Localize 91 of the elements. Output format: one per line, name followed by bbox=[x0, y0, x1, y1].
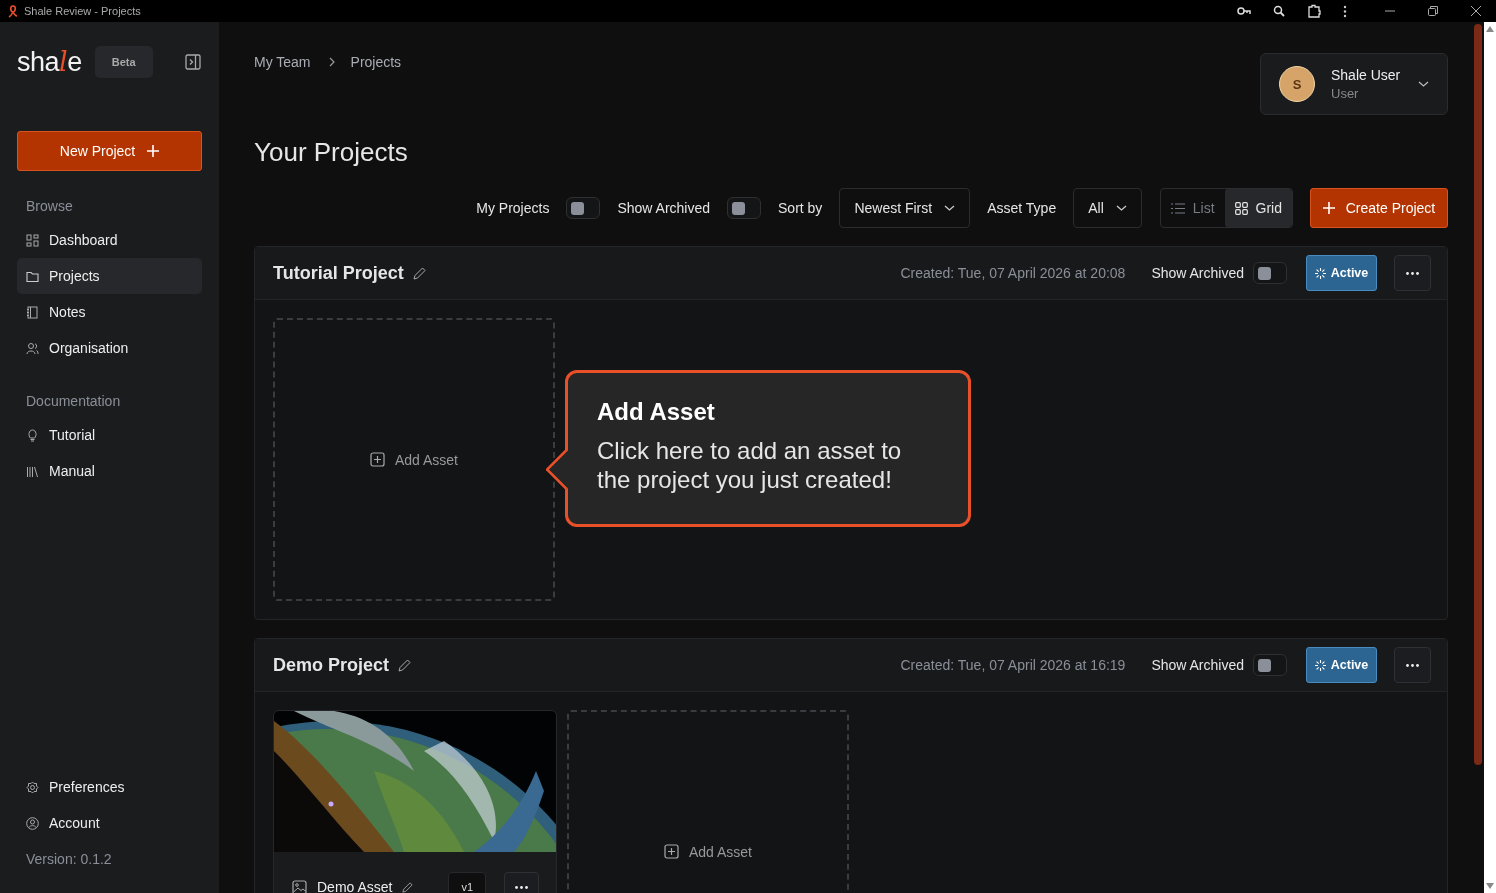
dashboard-icon bbox=[26, 233, 39, 247]
add-asset-label: Add Asset bbox=[688, 843, 752, 860]
scroll-down-icon[interactable] bbox=[1486, 883, 1494, 889]
created-date: Created: Tue, 07 April 2026 at 20:08 bbox=[900, 265, 1126, 281]
extensions-icon[interactable] bbox=[1307, 4, 1321, 18]
pencil-icon[interactable] bbox=[398, 658, 412, 672]
version-badge[interactable]: v1 bbox=[448, 872, 486, 893]
loader-icon bbox=[1314, 267, 1326, 279]
breadcrumb-link[interactable]: My Team bbox=[254, 54, 311, 70]
scrollbar[interactable] bbox=[1484, 22, 1496, 893]
books-icon bbox=[26, 464, 39, 478]
nav-item[interactable]: Dashboard bbox=[17, 222, 202, 258]
folder-icon bbox=[26, 269, 39, 283]
close-icon[interactable] bbox=[1471, 6, 1481, 16]
key-icon[interactable] bbox=[1237, 6, 1251, 16]
plus-square-icon bbox=[369, 452, 385, 467]
more-icon bbox=[1406, 663, 1419, 667]
chevron-down-icon bbox=[1418, 81, 1429, 87]
scroll-up-icon[interactable] bbox=[1486, 26, 1494, 32]
asset-type-dropdown[interactable]: All bbox=[1073, 188, 1142, 228]
more-icon bbox=[1406, 271, 1419, 275]
section-heading: Documentation bbox=[26, 393, 122, 409]
sort-dropdown[interactable]: Newest First bbox=[839, 188, 971, 228]
nav-item[interactable]: Notes bbox=[17, 294, 202, 330]
version-text: Version: 0.1.2 bbox=[26, 851, 113, 867]
plus-square-icon bbox=[663, 844, 679, 859]
chevron-right-icon bbox=[328, 57, 335, 67]
nav-item[interactable]: Manual bbox=[17, 453, 202, 489]
view-tab[interactable]: Grid bbox=[1224, 189, 1292, 227]
add-asset-tile[interactable]: Add Asset bbox=[273, 318, 555, 601]
tooltip-title: Add Asset bbox=[597, 398, 716, 426]
created-date: Created: Tue, 07 April 2026 at 16:19 bbox=[900, 657, 1126, 673]
chevron-down-icon bbox=[944, 205, 956, 211]
sidebar-toggle-icon[interactable] bbox=[185, 54, 201, 70]
user-menu[interactable]: S Shale User User bbox=[1260, 53, 1448, 115]
toggle-switch[interactable] bbox=[566, 197, 601, 219]
scrollbar-thumb[interactable] bbox=[1474, 24, 1482, 765]
zoom-icon[interactable] bbox=[1273, 5, 1285, 17]
menu-icon[interactable] bbox=[1343, 4, 1347, 18]
plus-icon bbox=[1322, 202, 1335, 214]
status-button[interactable]: Active bbox=[1306, 647, 1377, 683]
create-project-button[interactable]: Create Project bbox=[1310, 188, 1448, 228]
chevron-down-icon bbox=[1115, 205, 1127, 211]
plus-icon bbox=[147, 145, 160, 157]
toggle-label: Show Archived bbox=[1151, 265, 1244, 281]
nav-item[interactable]: Projects bbox=[17, 258, 202, 294]
nav-item[interactable]: Organisation bbox=[17, 330, 202, 366]
more-icon bbox=[515, 885, 528, 889]
restore-icon[interactable] bbox=[1428, 6, 1438, 16]
user-role: User bbox=[1331, 86, 1360, 101]
sort-label: Sort by bbox=[778, 200, 823, 216]
asset-card[interactable]: Demo Asset v1 bbox=[273, 710, 557, 893]
lightbulb-icon bbox=[26, 428, 39, 442]
account-icon bbox=[26, 816, 39, 830]
pencil-icon[interactable] bbox=[402, 881, 414, 893]
loader-icon bbox=[1314, 659, 1326, 671]
toggle-switch[interactable] bbox=[1253, 654, 1287, 676]
grid-icon bbox=[1234, 201, 1248, 215]
user-name: Shale User bbox=[1331, 67, 1402, 83]
project-name: Demo Project bbox=[273, 654, 390, 676]
new-project-button[interactable]: New Project bbox=[17, 131, 202, 171]
asset-type-label: Asset Type bbox=[987, 200, 1057, 216]
logo: shale bbox=[17, 46, 82, 78]
window-title: Shale Review - Projects bbox=[24, 5, 141, 17]
toggle-label: Show Archived bbox=[617, 200, 710, 216]
nav-item[interactable]: Tutorial bbox=[17, 417, 202, 453]
people-icon bbox=[26, 341, 39, 355]
notebook-icon bbox=[26, 305, 39, 319]
image-icon bbox=[292, 879, 307, 893]
add-asset-label: Add Asset bbox=[394, 451, 458, 468]
nav-item[interactable]: Account bbox=[17, 805, 202, 841]
more-button[interactable] bbox=[504, 872, 539, 893]
tooltip-text: Click here to add an asset to the project you just created! bbox=[597, 436, 903, 495]
section-heading: Browse bbox=[26, 198, 74, 214]
app-icon bbox=[8, 4, 18, 18]
pencil-icon[interactable] bbox=[412, 266, 426, 280]
toggle-switch[interactable] bbox=[1253, 262, 1287, 284]
status-button[interactable]: Active bbox=[1306, 255, 1377, 291]
project-name: Tutorial Project bbox=[273, 262, 404, 284]
beta-badge: Beta bbox=[94, 46, 153, 78]
asset-name: Demo Asset bbox=[317, 879, 393, 893]
list-icon bbox=[1170, 202, 1185, 214]
nav-item[interactable]: Preferences bbox=[17, 769, 202, 805]
view-tab[interactable]: List bbox=[1160, 189, 1225, 227]
toggle-label: My Projects bbox=[476, 200, 550, 216]
breadcrumb-link[interactable]: Projects bbox=[350, 54, 402, 70]
toggle-label: Show Archived bbox=[1151, 657, 1244, 673]
page-title: Your Projects bbox=[254, 137, 409, 168]
settings-icon bbox=[26, 780, 39, 794]
avatar: S bbox=[1279, 66, 1315, 102]
toggle-switch[interactable] bbox=[727, 197, 761, 219]
